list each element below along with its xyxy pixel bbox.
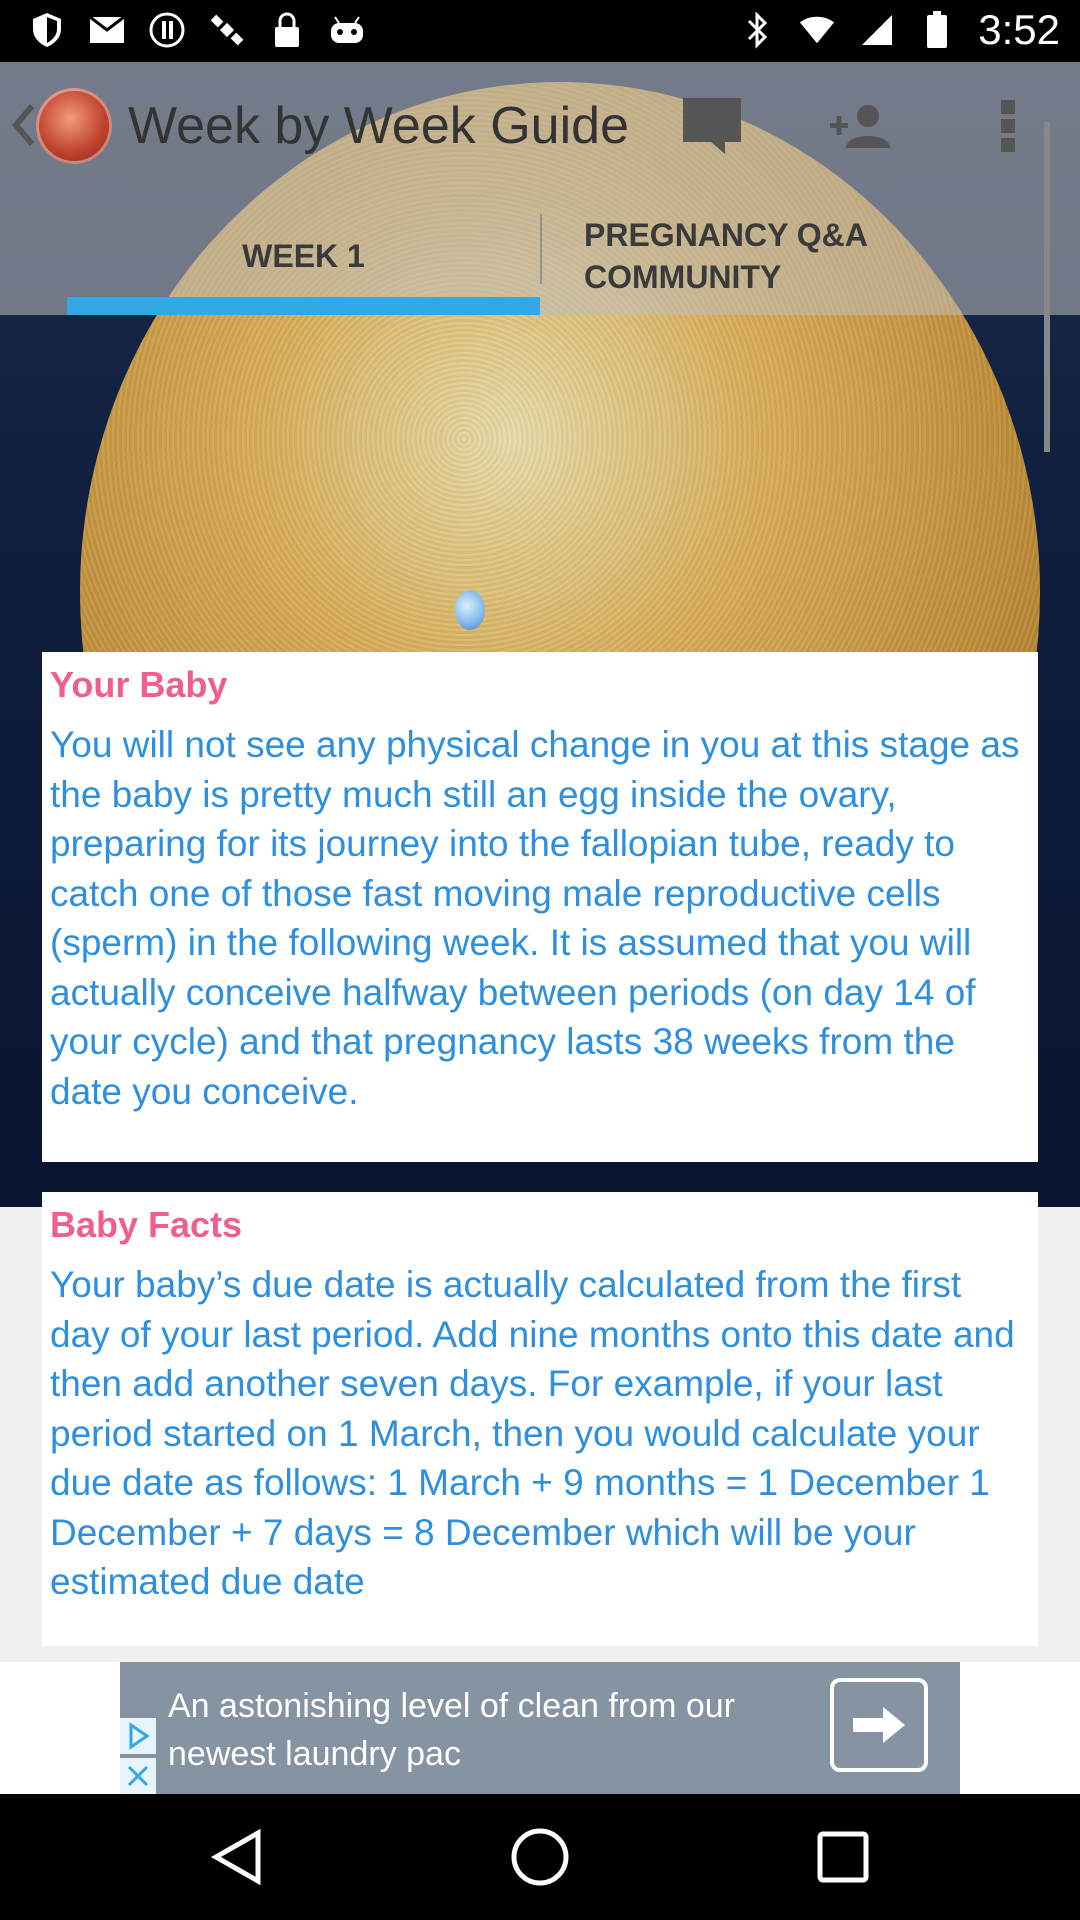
wifi-icon (798, 10, 836, 50)
navigation-bar (0, 1794, 1080, 1920)
card-body: Your baby’s due date is actually calcula… (50, 1264, 1015, 1602)
signal-icon (858, 10, 896, 50)
app-title: Week by Week Guide (128, 97, 629, 155)
tab-pregnancy-qa-community[interactable]: PREGNANCY Q&A COMMUNITY (560, 196, 944, 315)
satellite-icon (208, 10, 246, 50)
sperm-cell-image (455, 590, 485, 630)
status-bar: 3:52 (0, 0, 1080, 62)
card-body: You will not see any physical change in … (50, 724, 1020, 1112)
alert-circle-icon (148, 10, 186, 50)
shield-icon (28, 10, 66, 50)
chat-icon[interactable] (680, 94, 744, 158)
android-icon (328, 10, 366, 50)
ad-arrow-button[interactable] (830, 1678, 928, 1772)
tab-indicator (67, 297, 540, 315)
more-vert-icon[interactable] (976, 94, 1040, 158)
status-icons-left (28, 10, 366, 50)
card-heading: Baby Facts (50, 1204, 243, 1245)
arrow-right-icon (853, 1707, 905, 1743)
baby-facts-card: Baby Facts Your baby’s due date is actua… (42, 1192, 1038, 1646)
ad-choices-icon[interactable] (120, 1718, 156, 1754)
your-baby-card: Your Baby You will not see any physical … (42, 652, 1038, 1162)
tab-label: WEEK 1 (242, 237, 365, 274)
add-person-icon[interactable] (828, 94, 892, 158)
ad-close-icon[interactable] (120, 1758, 156, 1794)
tab-label: PREGNANCY Q&A COMMUNITY (584, 216, 867, 295)
ad-text: An astonishing level of clean from our n… (168, 1687, 735, 1773)
mail-icon (88, 10, 126, 50)
tab-divider (540, 214, 542, 284)
app-logo[interactable] (36, 88, 112, 164)
lock-icon (268, 10, 306, 50)
back-chevron-icon[interactable] (8, 100, 38, 150)
bluetooth-icon (738, 10, 776, 50)
card-heading: Your Baby (50, 664, 228, 705)
battery-icon (918, 10, 956, 50)
recents-nav-icon[interactable] (806, 1820, 880, 1894)
back-nav-icon[interactable] (200, 1820, 274, 1894)
ad-banner[interactable]: An astonishing level of clean from our n… (120, 1662, 960, 1794)
status-time: 3:52 (978, 6, 1060, 53)
status-icons-right: 3:52 (738, 6, 1060, 54)
home-nav-icon[interactable] (503, 1820, 577, 1894)
scrollbar[interactable] (1044, 122, 1050, 452)
